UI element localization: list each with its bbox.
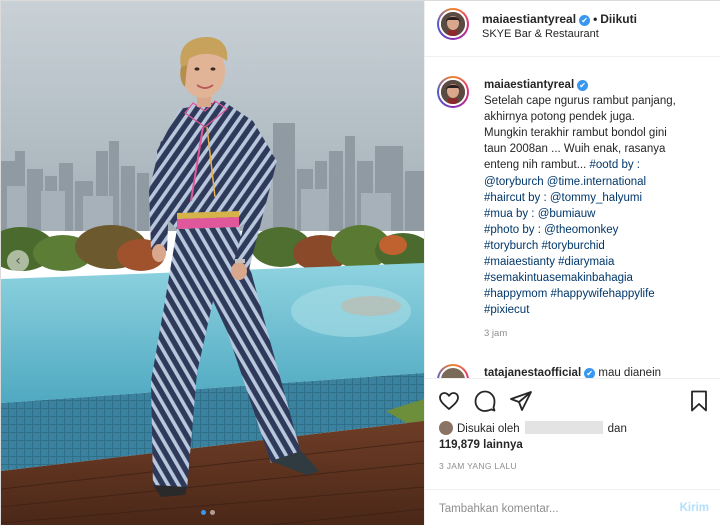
verified-badge-icon: ✔ — [584, 368, 596, 378]
post-actions: Disukai oleh dan 119,879 lainnya 3 JAM YA… — [425, 378, 720, 525]
caption-line: Mungkin terakhir rambut bondol gini — [484, 127, 667, 140]
share-icon[interactable] — [509, 389, 533, 413]
comment-input[interactable] — [439, 498, 659, 520]
carousel-dot-1 — [201, 510, 206, 515]
likes-conjunction: dan — [607, 423, 627, 435]
likes-summary: Disukai oleh dan 119,879 lainnya — [439, 421, 627, 453]
avatar-image — [441, 80, 465, 104]
caption-line: akhirnya potong pendek juga. — [484, 111, 635, 124]
caption-tag-line[interactable]: #pixiecut — [484, 302, 709, 318]
post-photo[interactable]: ‹ — [1, 1, 424, 525]
comment-icon[interactable] — [473, 389, 497, 413]
caption-tag-line[interactable]: #toryburch #toryburchid — [484, 238, 709, 254]
post-timestamp[interactable]: 3 JAM YANG LALU — [439, 461, 517, 471]
carousel-dot-2 — [210, 510, 215, 515]
following-status-button[interactable]: Diikuti — [600, 12, 637, 26]
comment-text: mau dianein — [598, 367, 662, 378]
comment-avatar[interactable] — [437, 364, 469, 378]
post-username-link[interactable]: maiaestiantyreal — [482, 12, 576, 26]
caption-avatar[interactable] — [437, 76, 469, 108]
hashtag-link[interactable]: #ootd by : — [589, 159, 640, 171]
liker-avatar[interactable] — [439, 421, 453, 435]
caption-tag-line[interactable]: #mua by : @bumiauw — [484, 206, 709, 222]
bookmark-icon[interactable] — [687, 389, 711, 413]
caption-tag-line[interactable]: #happymom #happywifehappylife — [484, 286, 709, 302]
avatar-image — [441, 12, 465, 36]
likes-prefix: Disukai oleh — [457, 423, 520, 435]
carousel-dots — [201, 510, 215, 515]
caption-line: Setelah cape ngurus rambut panjang, — [484, 95, 676, 108]
location-link[interactable]: SKYE Bar & Restaurant — [482, 28, 599, 40]
photo-image — [1, 1, 424, 525]
comment-form: Kirim — [425, 489, 720, 525]
caption-tag-line[interactable]: #haircut by : @tommy_halyumi — [484, 190, 709, 206]
caption-username-link[interactable]: maiaestiantyreal — [484, 79, 574, 91]
post-author-line: maiaestiantyreal ✔ • Diikuti — [482, 12, 637, 26]
separator-dot: • — [593, 12, 598, 26]
comment-username-link[interactable]: tatajanestaofficial — [484, 367, 581, 378]
caption-line: taun 2008an ... Wuih enak, rasanya — [484, 143, 666, 156]
post-comment-button[interactable]: Kirim — [680, 502, 709, 514]
post-modal: ‹ maiaestiantyreal ✔ • Diikuti SKYE Bar … — [0, 0, 720, 525]
caption-timestamp[interactable]: 3 jam — [484, 326, 709, 342]
caption-tag-line[interactable]: #semakintuasemakinbahagia — [484, 270, 709, 286]
post-sidebar: maiaestiantyreal ✔ • Diikuti SKYE Bar & Res… — [424, 1, 720, 525]
caption-tag-line[interactable]: #maiaestianty #diarymaia — [484, 254, 709, 270]
heart-icon[interactable] — [437, 389, 461, 413]
caption-tag-line[interactable]: @toryburch @time.international — [484, 174, 709, 190]
verified-badge-icon: ✔ — [579, 15, 591, 26]
redacted-username — [524, 421, 603, 434]
post-caption: maiaestiantyreal ✔ Setelah cape ngurus ra… — [484, 77, 709, 343]
carousel-prev-button[interactable]: ‹ — [7, 250, 29, 272]
avatar[interactable] — [437, 8, 469, 40]
likes-suffix: lainnya — [483, 439, 523, 451]
likes-count-link[interactable]: 119,879 lainnya — [439, 439, 523, 451]
caption-tag-line[interactable]: #photo by : @theomonkey — [484, 222, 709, 238]
verified-badge-icon: ✔ — [577, 80, 589, 91]
likes-count: 119,879 — [439, 439, 480, 451]
comments-area[interactable]: maiaestiantyreal ✔ Setelah cape ngurus ra… — [425, 58, 720, 378]
caption-line: enteng nih rambut... #ootd by : — [484, 157, 709, 173]
comment-item: tatajanestaofficial ✔ mau dianein — [484, 367, 661, 378]
post-header: maiaestiantyreal ✔ • Diikuti SKYE Bar & Res… — [425, 1, 720, 57]
caption-text: enteng nih rambut... — [484, 159, 590, 172]
